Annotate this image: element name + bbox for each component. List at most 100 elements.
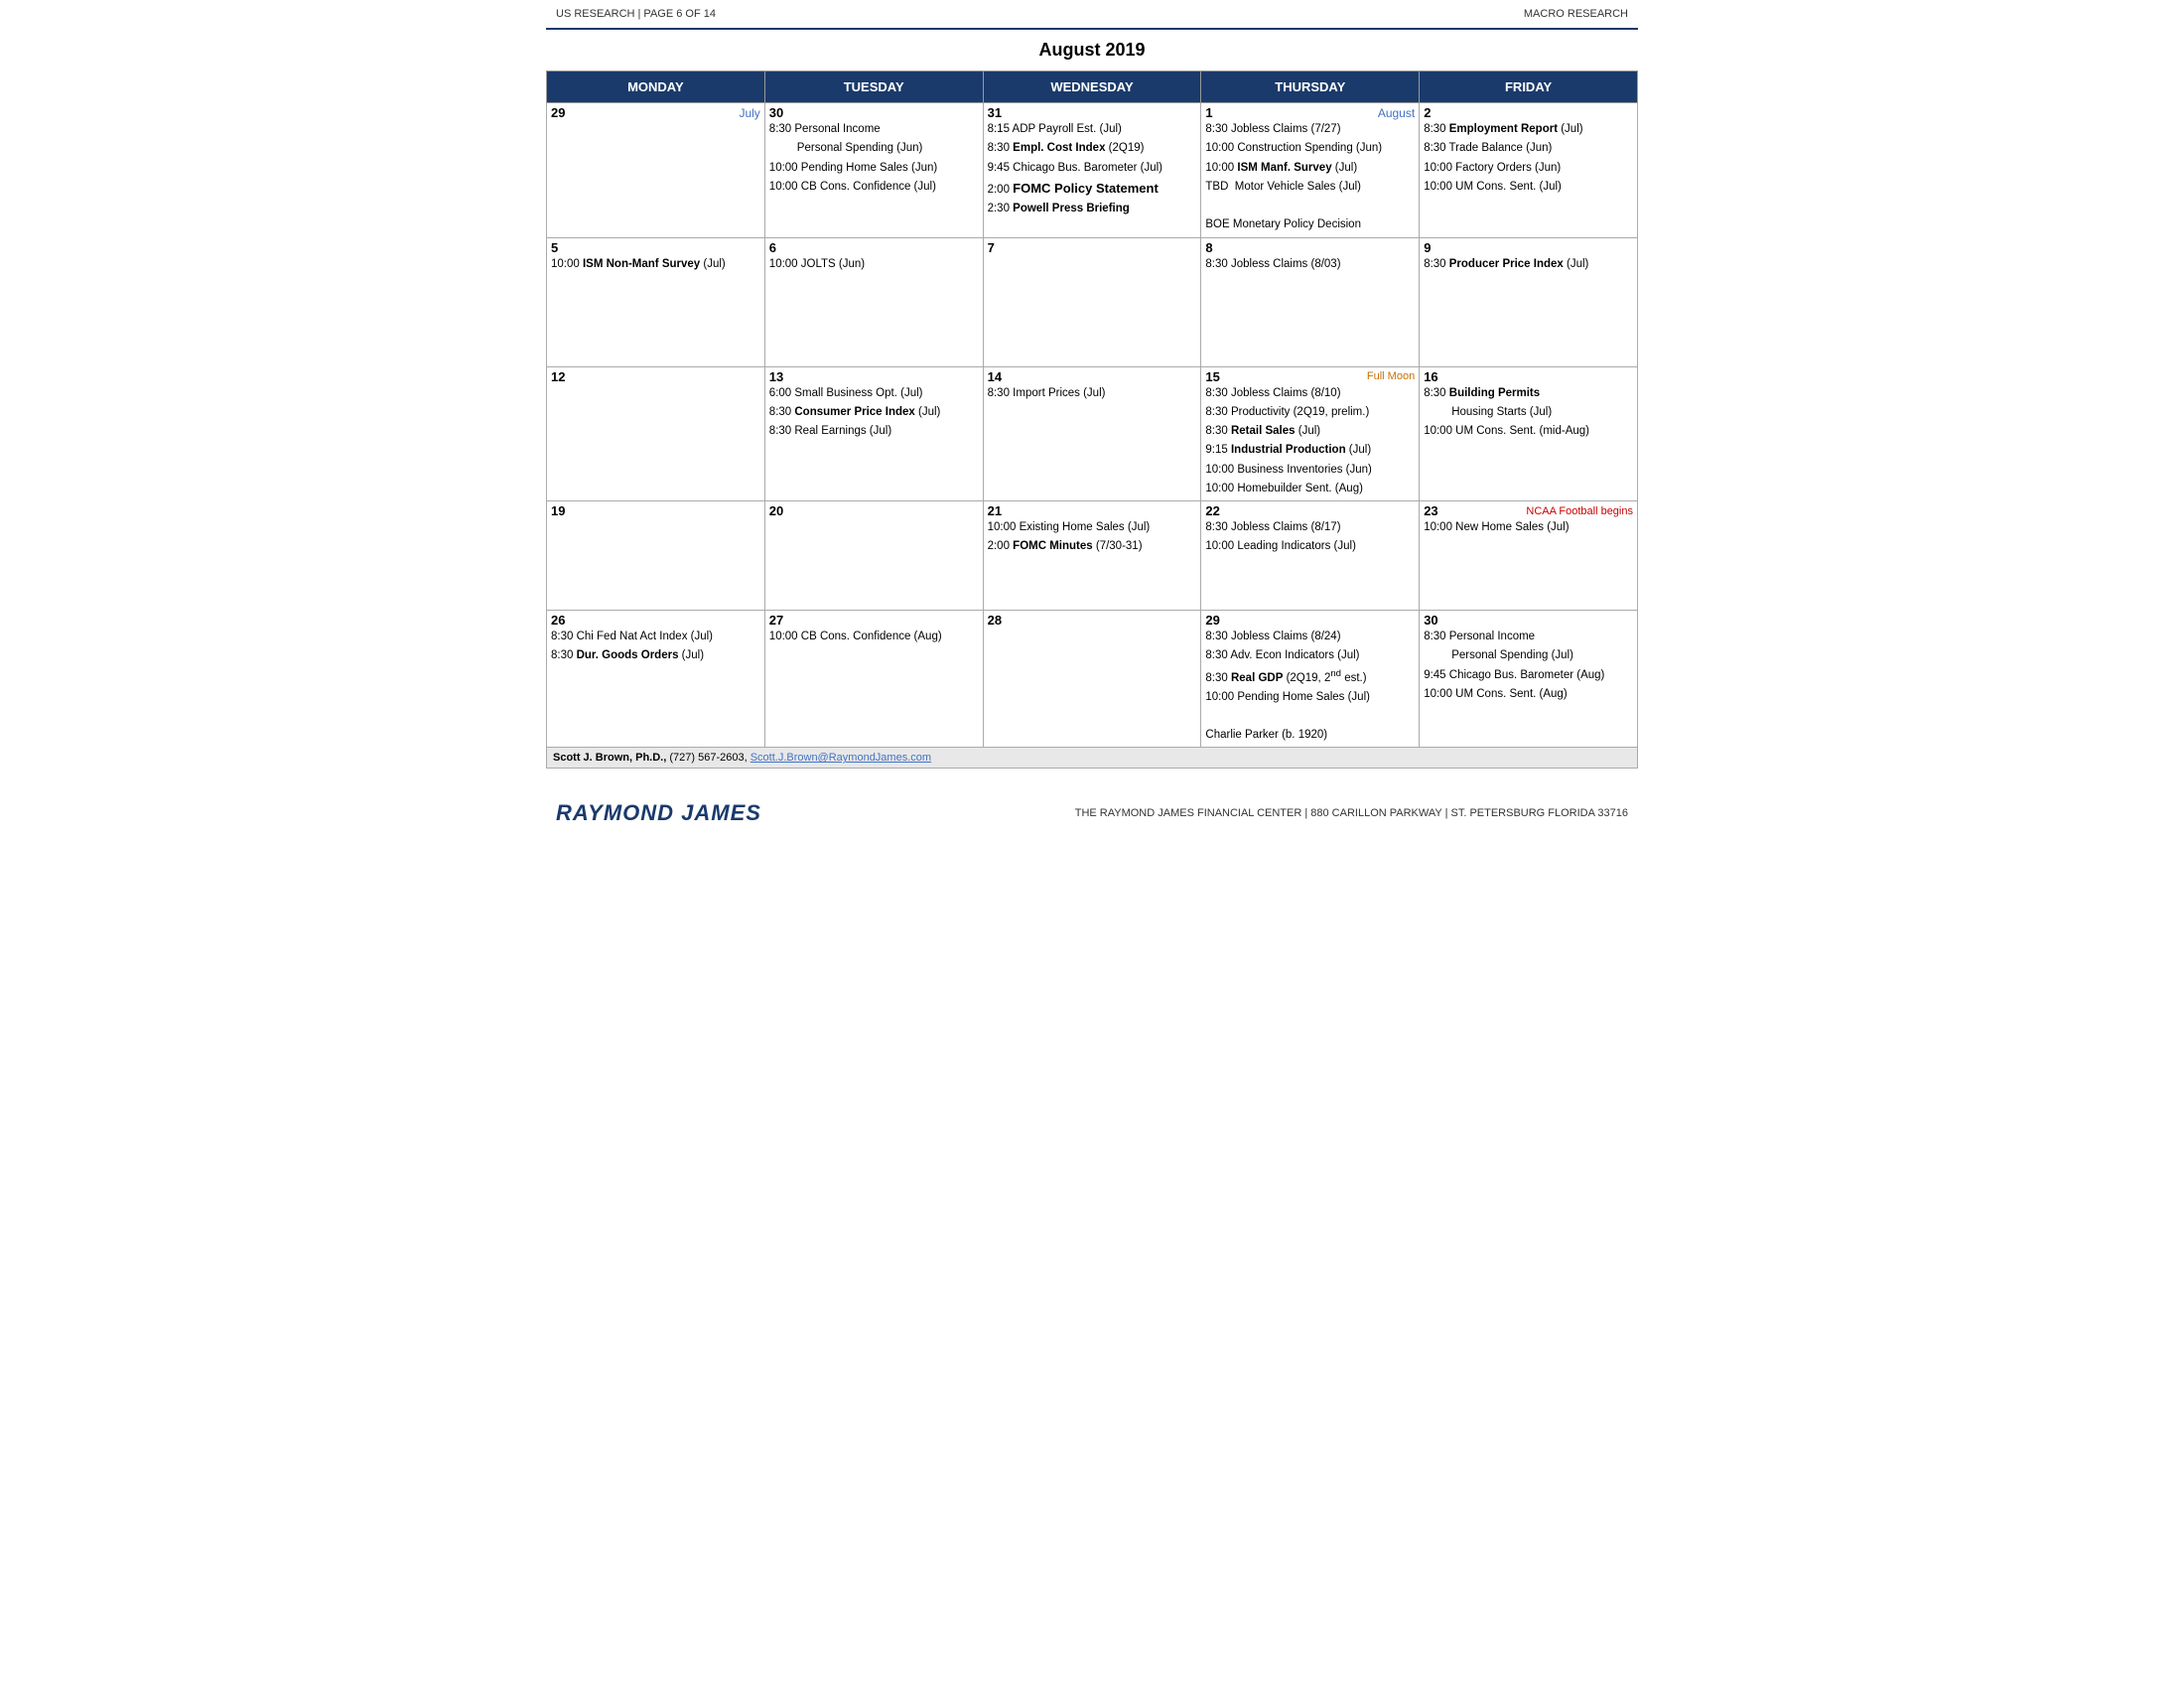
day-16: 16 8:30 Building Permits Housing Starts … <box>1420 366 1638 501</box>
event: Personal Spending (Jul) <box>1424 646 1633 665</box>
event: Charlie Parker (b. 1920) <box>1205 726 1415 745</box>
event: 10:00 Construction Spending (Jun) <box>1205 139 1415 158</box>
event: 10:00 New Home Sales (Jul) <box>1424 518 1633 537</box>
date-num: 5 <box>551 240 558 255</box>
date-num: 19 <box>551 503 565 518</box>
date-num: 7 <box>988 240 995 255</box>
day-27: 27 10:00 CB Cons. Confidence (Aug) <box>764 611 983 748</box>
event: 10:00 Existing Home Sales (Jul) <box>988 518 1197 537</box>
event: 2:30 Powell Press Briefing <box>988 200 1197 218</box>
author-phone: (727) 567-2603, <box>669 752 750 764</box>
event: 8:30 Empl. Cost Index (2Q19) <box>988 139 1197 158</box>
week-row-4: 19 20 21 10:00 Existing Home Sales (Jul)… <box>547 501 1638 611</box>
date-num: 1 <box>1205 105 1212 120</box>
event: 8:30 Producer Price Index (Jul) <box>1424 255 1633 274</box>
day-14: 14 8:30 Import Prices (Jul) <box>983 366 1201 501</box>
date-tag-july: July <box>739 106 759 120</box>
week-row-2: 5 10:00 ISM Non-Manf Survey (Jul) 6 10:0… <box>547 237 1638 366</box>
event: 2:00 FOMC Policy Statement <box>988 178 1197 200</box>
event: Personal Spending (Jun) <box>769 139 979 158</box>
week-row-5: 26 8:30 Chi Fed Nat Act Index (Jul) 8:30… <box>547 611 1638 748</box>
date-num: 15 <box>1205 369 1219 384</box>
event: 9:15 Industrial Production (Jul) <box>1205 441 1415 460</box>
date-num: 2 <box>1424 105 1431 120</box>
event: 9:45 Chicago Bus. Barometer (Aug) <box>1424 666 1633 685</box>
date-num: 21 <box>988 503 1002 518</box>
calendar-title: August 2019 <box>546 30 1638 70</box>
ncaa-tag: NCAA Football begins <box>1526 505 1633 517</box>
event: 10:00 CB Cons. Confidence (Jul) <box>769 178 979 197</box>
event <box>1205 197 1415 215</box>
date-num: 6 <box>769 240 776 255</box>
event: 10:00 UM Cons. Sent. (mid-Aug) <box>1424 422 1633 441</box>
date-num: 20 <box>769 503 783 518</box>
day-21: 21 10:00 Existing Home Sales (Jul) 2:00 … <box>983 501 1201 611</box>
date-num: 8 <box>1205 240 1212 255</box>
event: 10:00 Homebuilder Sent. (Aug) <box>1205 480 1415 498</box>
event: 10:00 CB Cons. Confidence (Aug) <box>769 628 979 646</box>
event: 10:00 Leading Indicators (Jul) <box>1205 537 1415 556</box>
event: 8:30 Adv. Econ Indicators (Jul) <box>1205 646 1415 665</box>
day-23: 23 NCAA Football begins 10:00 New Home S… <box>1420 501 1638 611</box>
day-31: 31 8:15 ADP Payroll Est. (Jul) 8:30 Empl… <box>983 103 1201 238</box>
date-num: 13 <box>769 369 783 384</box>
week-row-3: 12 13 6:00 Small Business Opt. (Jul) 8:3… <box>547 366 1638 501</box>
author-name: Scott J. Brown, Ph.D., <box>553 752 666 764</box>
event: 8:30 Jobless Claims (8/24) <box>1205 628 1415 646</box>
day-15: 15 Full Moon 8:30 Jobless Claims (8/10) … <box>1201 366 1420 501</box>
event: 8:30 Retail Sales (Jul) <box>1205 422 1415 441</box>
col-friday: FRIDAY <box>1420 71 1638 103</box>
event: 8:30 Personal Income <box>769 120 979 139</box>
event: 8:30 Productivity (2Q19, prelim.) <box>1205 403 1415 422</box>
event: 10:00 UM Cons. Sent. (Aug) <box>1424 685 1633 704</box>
day-26: 26 8:30 Chi Fed Nat Act Index (Jul) 8:30… <box>547 611 765 748</box>
page-header: US RESEARCH | PAGE 6 OF 14 MACRO RESEARC… <box>546 0 1638 30</box>
event: 8:30 Consumer Price Index (Jul) <box>769 403 979 422</box>
event: 8:30 Jobless Claims (8/03) <box>1205 255 1415 274</box>
event: 8:30 Chi Fed Nat Act Index (Jul) <box>551 628 760 646</box>
event: 8:30 Trade Balance (Jun) <box>1424 139 1633 158</box>
day-1-aug: 1 August 8:30 Jobless Claims (7/27) 10:0… <box>1201 103 1420 238</box>
col-wednesday: WEDNESDAY <box>983 71 1201 103</box>
day-12: 12 <box>547 366 765 501</box>
date-num: 14 <box>988 369 1002 384</box>
day-20: 20 <box>764 501 983 611</box>
day-8: 8 8:30 Jobless Claims (8/03) <box>1201 237 1420 366</box>
event: 8:30 Building Permits <box>1424 384 1633 403</box>
day-29-aug: 29 8:30 Jobless Claims (8/24) 8:30 Adv. … <box>1201 611 1420 748</box>
event: 10:00 ISM Manf. Survey (Jul) <box>1205 159 1415 178</box>
date-num: 9 <box>1424 240 1431 255</box>
day-30: 30 8:30 Personal Income Personal Spendin… <box>764 103 983 238</box>
calendar-table: MONDAY TUESDAY WEDNESDAY THURSDAY FRIDAY… <box>546 70 1638 769</box>
date-num: 30 <box>1424 613 1437 628</box>
header-right: MACRO RESEARCH <box>1524 8 1628 20</box>
day-7: 7 <box>983 237 1201 366</box>
event: 8:30 Personal Income <box>1424 628 1633 646</box>
day-2: 2 8:30 Employment Report (Jul) 8:30 Trad… <box>1420 103 1638 238</box>
day-28: 28 <box>983 611 1201 748</box>
day-19: 19 <box>547 501 765 611</box>
event: 10:00 JOLTS (Jun) <box>769 255 979 274</box>
event: 9:45 Chicago Bus. Barometer (Jul) <box>988 159 1197 178</box>
date-num: 27 <box>769 613 783 628</box>
date-num: 30 <box>769 105 783 120</box>
col-monday: MONDAY <box>547 71 765 103</box>
event: 8:30 Real Earnings (Jul) <box>769 422 979 441</box>
day-9: 9 8:30 Producer Price Index (Jul) <box>1420 237 1638 366</box>
author-email[interactable]: Scott.J.Brown@RaymondJames.com <box>751 752 931 764</box>
date-num: 12 <box>551 369 565 384</box>
date-tag-august: August <box>1378 106 1415 120</box>
event: BOE Monetary Policy Decision <box>1205 215 1415 234</box>
event: 8:15 ADP Payroll Est. (Jul) <box>988 120 1197 139</box>
event: Housing Starts (Jul) <box>1424 403 1633 422</box>
footer-address: THE RAYMOND JAMES FINANCIAL CENTER | 880… <box>1075 807 1628 819</box>
event: 8:30 Import Prices (Jul) <box>988 384 1197 403</box>
col-tuesday: TUESDAY <box>764 71 983 103</box>
event: 2:00 FOMC Minutes (7/30-31) <box>988 537 1197 556</box>
footer-row: Scott J. Brown, Ph.D., (727) 567-2603, S… <box>547 748 1638 769</box>
event: 8:30 Employment Report (Jul) <box>1424 120 1633 139</box>
page-footer: RAYMOND JAMES THE RAYMOND JAMES FINANCIA… <box>546 788 1638 838</box>
date-num: 23 <box>1424 503 1437 518</box>
event: 8:30 Real GDP (2Q19, 2nd est.) <box>1205 666 1415 688</box>
day-30: 30 8:30 Personal Income Personal Spendin… <box>1420 611 1638 748</box>
